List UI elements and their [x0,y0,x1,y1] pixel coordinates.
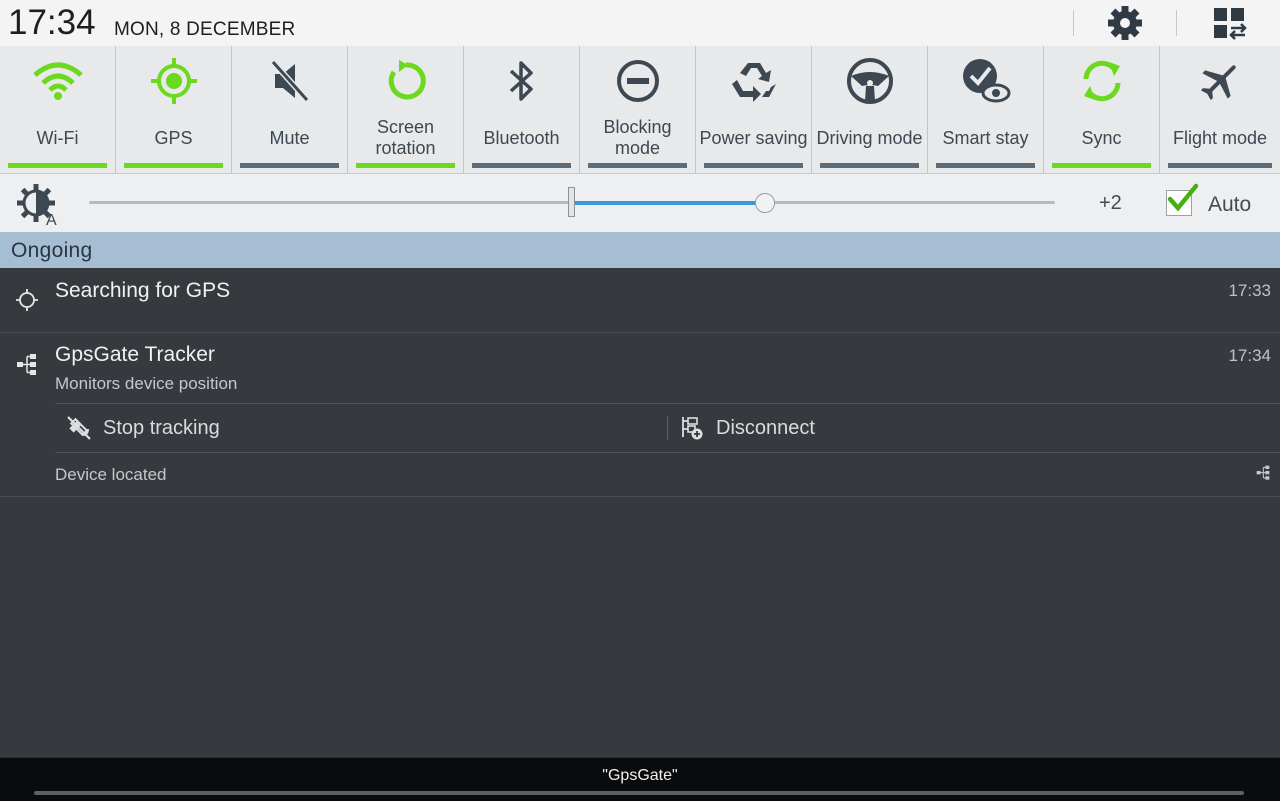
notification-gps-search[interactable]: Searching for GPS 17:33 [0,268,1280,333]
toggle-label: Flight mode [1172,127,1268,148]
toggle-label: GPS [154,127,193,148]
toggle-state-bar [704,163,803,168]
tree-small-icon [1256,465,1270,480]
smart-stay-icon [962,59,1010,103]
checkmark-icon [1167,183,1199,212]
toggle-sync[interactable]: Sync [1044,46,1160,173]
notification-time: 17:34 [1228,346,1271,365]
satellite-off-icon [67,416,91,440]
settings-button[interactable] [1107,5,1143,41]
toggle-state-bar [1168,163,1272,168]
toggle-state-bar [588,163,687,168]
recycle-icon [731,63,776,102]
mute-icon [270,59,309,103]
toggle-state-bar [124,163,223,168]
notification-title: GpsGate Tracker [55,343,215,366]
notification-subtitle: Monitors device position [55,374,238,393]
divider [1176,10,1177,36]
toggle-label: Mute [269,127,310,148]
toggle-flight-mode[interactable]: Flight mode [1160,46,1280,173]
toggle-label: Driving mode [816,127,923,148]
brightness-level: +2 [1099,192,1122,214]
multiwindow-button[interactable] [1212,5,1248,41]
blocking-icon [616,60,659,102]
toggle-label: Power saving [699,127,808,148]
auto-brightness-checkbox[interactable] [1166,183,1199,216]
toggle-screen-rotation[interactable]: Screen rotation [348,46,464,173]
gear-icon [1108,6,1142,40]
notification-time: 17:33 [1228,281,1271,300]
toggle-label: Screen rotation [375,117,436,158]
toggle-driving-mode[interactable]: Driving mode [812,46,928,173]
gps-icon [150,58,197,104]
toggle-mute[interactable]: Mute [232,46,348,173]
quick-settings-toggles: Wi-Fi GPS Mute Screen rotation Bluetooth… [0,46,1280,174]
toggle-smart-stay[interactable]: Smart stay [928,46,1044,173]
notification-footer: Device located [55,465,167,484]
toggle-gps[interactable]: GPS [116,46,232,173]
tree-icon [17,354,36,375]
toggle-state-bar [240,163,339,168]
toggle-state-bar [936,163,1035,168]
clock: 17:34 [8,3,96,42]
steering-wheel-icon [846,58,893,104]
toggle-state-bar [8,163,107,168]
toggle-label: Smart stay [942,127,1029,148]
action-label: Disconnect [716,417,815,439]
toggle-label: Sync [1081,127,1122,148]
section-title: Ongoing [11,239,93,262]
airplane-icon [1200,65,1236,101]
divider [55,452,1280,453]
status-header: 17:34 MON, 8 DECEMBER [0,0,1280,46]
stop-tracking-button[interactable]: Stop tracking [55,404,665,452]
divider [1073,10,1074,36]
date: MON, 8 DECEMBER [114,19,296,40]
brightness-fill [572,201,766,205]
brightness-default-marker [568,187,575,217]
toggle-bluetooth[interactable]: Bluetooth [464,46,580,173]
auto-brightness-label[interactable]: Auto [1208,193,1251,217]
crosshair-icon [16,289,38,311]
action-label: Stop tracking [103,417,220,439]
toggle-state-bar [472,163,571,168]
section-header: Ongoing [0,232,1280,268]
wifi-icon [32,62,83,100]
bluetooth-icon [509,61,533,101]
rotation-icon [388,60,426,100]
toggle-wifi[interactable]: Wi-Fi [0,46,116,173]
grid-arrows-icon [1214,8,1247,40]
toggle-blocking-mode[interactable]: Blocking mode [580,46,696,173]
toggle-label: Wi-Fi [36,127,79,148]
notification-gpsgate[interactable]: GpsGate Tracker 17:34 Monitors device po… [0,333,1280,497]
carrier-name: "GpsGate" [602,767,678,784]
brightness-auto-icon: A [17,184,57,227]
sync-icon [1083,60,1120,102]
toggle-power-saving[interactable]: Power saving [696,46,812,173]
toggle-label: Bluetooth [483,127,560,148]
notification-title: Searching for GPS [55,279,231,302]
disconnect-icon [682,417,703,440]
toggle-state-bar [820,163,919,168]
panel-drag-handle[interactable] [34,791,1244,795]
toggle-label: Blocking mode [603,117,672,158]
disconnect-button[interactable]: Disconnect [668,404,1280,452]
toggle-state-bar [1052,163,1151,168]
toggle-state-bar [356,163,455,168]
svg-text:A: A [46,212,57,227]
